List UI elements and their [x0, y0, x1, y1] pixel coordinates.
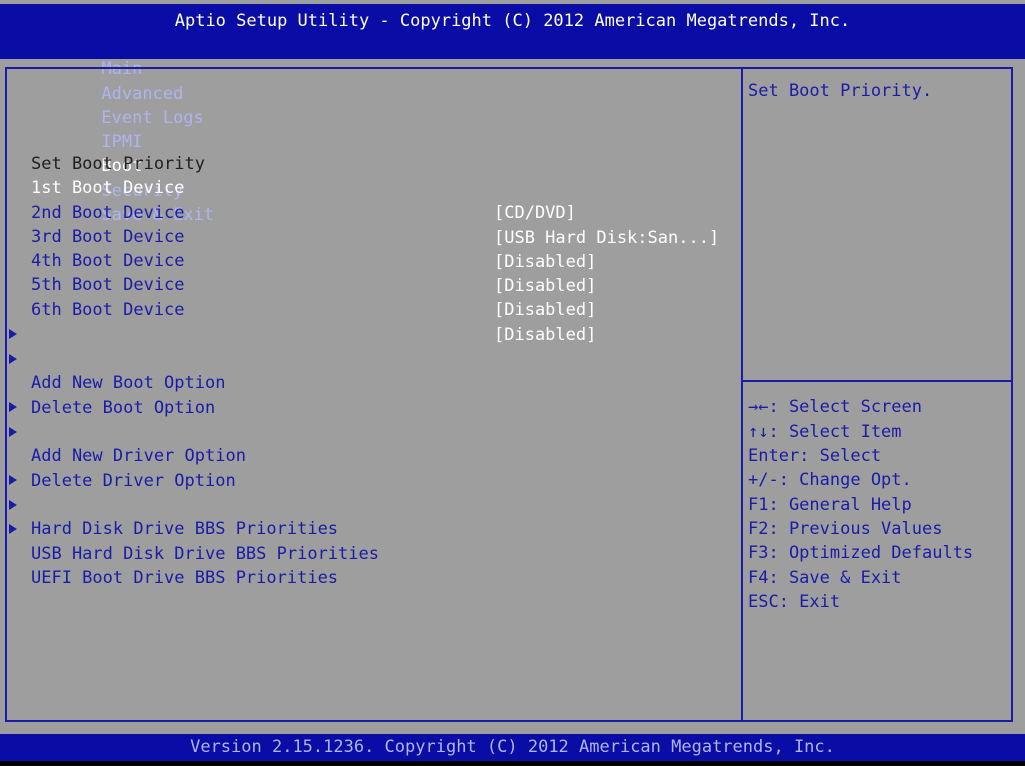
submenu-label: Delete Driver Option [31, 470, 236, 491]
boot-device-value[interactable]: [Disabled] [494, 274, 596, 298]
bios-screen: Aptio Setup Utility - Copyright (C) 2012… [0, 0, 1025, 766]
key-hint: ESC: Exit [748, 592, 841, 612]
submenu-label: Hard Disk Drive BBS Priorities [31, 518, 339, 539]
key-hint: +/-: Change Opt. [748, 470, 912, 490]
footer-version: Version 2.15.1236. Copyright (C) 2012 Am… [190, 737, 835, 757]
submenu-uefi-bbs-priorities[interactable]: UEFI Boot Drive BBS Priorities [0, 517, 338, 588]
boot-device-label: 6th Boot Device [31, 300, 185, 321]
boot-device-value[interactable]: [USB Hard Disk:San...] [494, 226, 719, 250]
submenu-hdd-bbs-priorities[interactable]: Hard Disk Drive BBS Priorities [0, 468, 338, 539]
submenu-label: USB Hard Disk Drive BBS Priorities [31, 543, 379, 564]
submenu-arrow-icon [9, 402, 17, 412]
submenu-arrow-icon [9, 329, 17, 339]
boot-device-row[interactable]: 2nd Boot Device [USB Hard Disk:San...] [0, 177, 719, 247]
submenu-label: UEFI Boot Drive BBS Priorities [31, 567, 339, 588]
boot-device-value[interactable]: [Disabled] [494, 323, 596, 347]
boot-device-row[interactable]: 1st Boot Device [CD/DVD] [0, 152, 576, 222]
boot-device-value[interactable]: [CD/DVD] [494, 201, 576, 225]
submenu-arrow-icon [9, 427, 17, 437]
key-hint: F3: Optimized Defaults [748, 543, 974, 563]
boot-device-label: 1st Boot Device [31, 178, 185, 199]
section-title-row: Set Boot Priority [0, 128, 205, 174]
boot-device-row[interactable]: 6th Boot Device [Disabled] [0, 274, 596, 344]
submenu-label: Add New Boot Option [31, 372, 226, 393]
header-title: Aptio Setup Utility - Copyright (C) 2012… [174, 11, 851, 31]
boot-device-row[interactable]: 4th Boot Device [Disabled] [0, 225, 596, 295]
submenu-usb-hdd-bbs-priorities[interactable]: USB Hard Disk Drive BBS Priorities [0, 493, 379, 564]
help-description: Set Boot Priority. [748, 81, 933, 101]
boot-device-row[interactable]: 3rd Boot Device [Disabled] [0, 201, 596, 271]
key-hint: Enter: Select [748, 446, 882, 466]
boot-device-label: 2nd Boot Device [31, 203, 185, 224]
submenu-add-driver-option[interactable]: Add New Driver Option [0, 395, 246, 466]
bottom-strip [0, 761, 1025, 766]
submenu-arrow-icon [9, 524, 17, 534]
pane-divider [741, 67, 743, 722]
key-hint: ↑↓: Select Item [748, 422, 902, 442]
boot-device-label: 5th Boot Device [31, 275, 185, 296]
key-hint: F1: General Help [748, 495, 912, 515]
help-divider [743, 380, 1013, 382]
key-hint: F4: Save & Exit [748, 568, 902, 588]
header-bar: Aptio Setup Utility - Copyright (C) 2012… [0, 4, 1025, 225]
submenu-add-boot-option[interactable]: Add New Boot Option [0, 322, 225, 393]
submenu-arrow-icon [9, 500, 17, 510]
boot-device-value[interactable]: [Disabled] [494, 250, 596, 274]
submenu-delete-boot-option[interactable]: Delete Boot Option [0, 347, 215, 418]
section-title: Set Boot Priority [31, 154, 205, 175]
boot-device-value[interactable]: [Disabled] [494, 298, 596, 322]
boot-device-row[interactable]: 5th Boot Device [Disabled] [0, 249, 596, 319]
boot-device-label: 4th Boot Device [31, 251, 185, 272]
submenu-label: Delete Boot Option [31, 397, 216, 418]
submenu-arrow-icon [9, 475, 17, 485]
key-hint: →←: Select Screen [748, 397, 922, 417]
submenu-label: Add New Driver Option [31, 445, 246, 466]
submenu-arrow-icon [9, 354, 17, 364]
key-hint: F2: Previous Values [748, 519, 943, 539]
submenu-delete-driver-option[interactable]: Delete Driver Option [0, 420, 236, 491]
boot-device-label: 3rd Boot Device [31, 227, 185, 248]
footer-bar: Version 2.15.1236. Copyright (C) 2012 Am… [0, 734, 1025, 761]
